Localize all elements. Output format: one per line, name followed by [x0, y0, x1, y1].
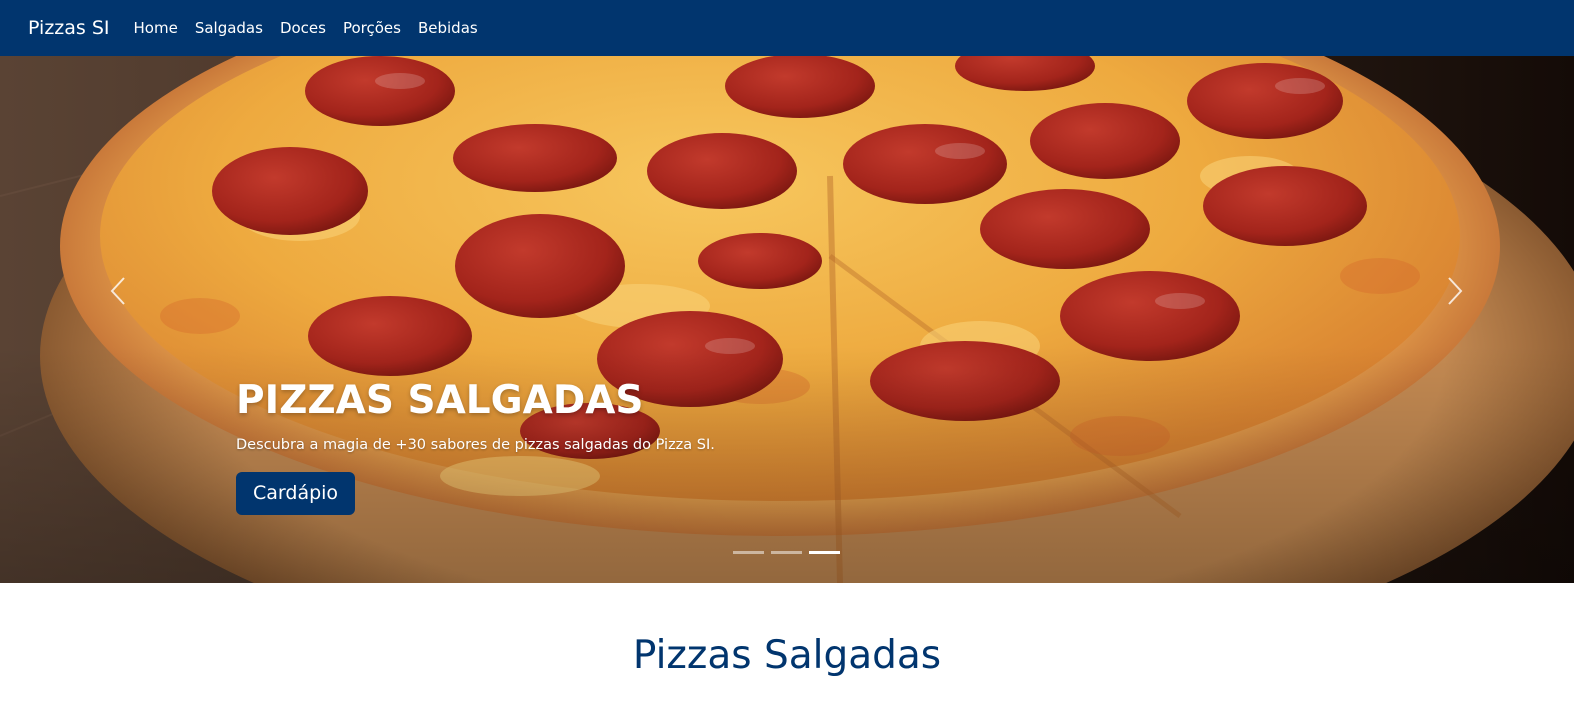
navbar: Pizzas SI Home Salgadas Doces Porções Be…	[0, 0, 1574, 56]
carousel-prev-button[interactable]	[88, 261, 148, 321]
nav-link-salgadas[interactable]: Salgadas	[195, 19, 263, 37]
carousel-indicator-3[interactable]	[809, 551, 840, 554]
chevron-right-icon	[1448, 277, 1463, 305]
nav-link-bebidas[interactable]: Bebidas	[418, 19, 478, 37]
slide-description: Descubra a magia de +30 sabores de pizza…	[236, 437, 715, 453]
nav-link-doces[interactable]: Doces	[280, 19, 326, 37]
slide-title: PIZZAS SALGADAS	[236, 378, 644, 423]
carousel-next-button[interactable]	[1425, 261, 1485, 321]
brand-link[interactable]: Pizzas SI	[28, 17, 110, 39]
menu-button[interactable]: Cardápio	[236, 472, 356, 515]
carousel-indicator-2[interactable]	[771, 551, 802, 554]
nav-link-home[interactable]: Home	[134, 19, 178, 37]
hero-carousel: PIZZAS SALGADAS Descubra a magia de +30 …	[0, 56, 1574, 583]
carousel-indicators	[733, 551, 847, 554]
chevron-left-icon	[110, 277, 125, 305]
carousel-caption: PIZZAS SALGADAS Descubra a magia de +30 …	[236, 379, 715, 515]
carousel-indicator-1[interactable]	[733, 551, 764, 554]
nav-links: Home Salgadas Doces Porções Bebidas	[134, 19, 495, 37]
nav-link-porcoes[interactable]: Porções	[343, 19, 401, 37]
section-title: Pizzas Salgadas	[632, 633, 942, 678]
